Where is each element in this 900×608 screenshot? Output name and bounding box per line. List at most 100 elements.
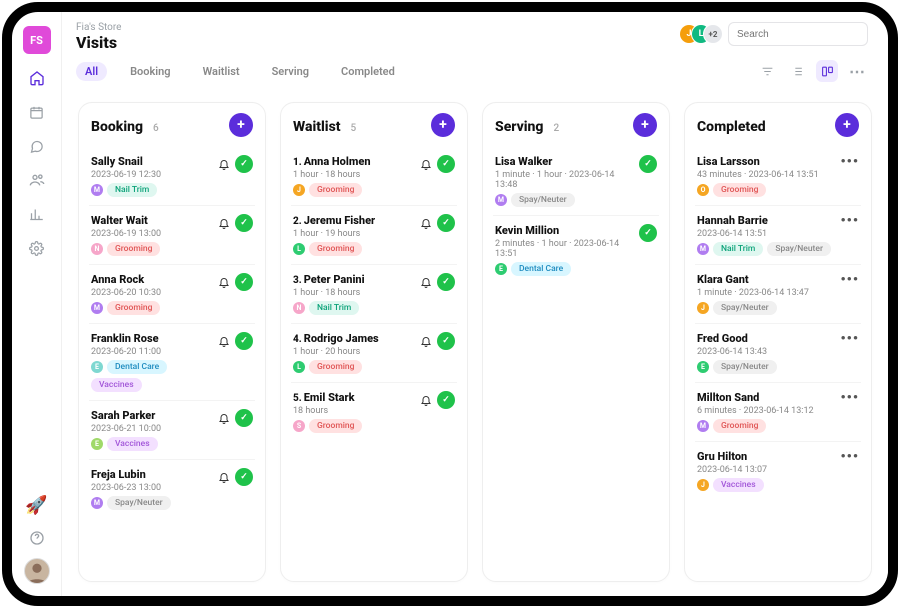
visit-card[interactable]: Lisa Larsson 43 minutes · 2023-06-14 13:… (695, 149, 861, 206)
card-name: Lisa Larsson (697, 155, 834, 168)
calendar-icon[interactable] (27, 102, 47, 122)
bell-icon[interactable] (420, 394, 432, 406)
tag-chip: Grooming (713, 419, 766, 433)
more-icon[interactable]: ⋯ (846, 60, 868, 82)
card-meta: 1 minute · 1 hour · 2023-06-14 13:48 (495, 170, 633, 190)
pet-dot: N (293, 302, 305, 314)
check-icon[interactable]: ✓ (437, 214, 455, 232)
visit-card[interactable]: Kevin Million 2 minutes · 1 hour · 2023-… (493, 218, 659, 284)
check-icon[interactable]: ✓ (639, 224, 657, 242)
card-name: 2.Jeremu Fisher (293, 214, 414, 227)
check-icon[interactable]: ✓ (437, 273, 455, 291)
visit-card[interactable]: 1.Anna Holmen 1 hour · 18 hours J Groomi… (291, 149, 457, 206)
tag-chip: Grooming (713, 183, 766, 197)
avatar-stack[interactable]: JL +2 (686, 25, 722, 43)
tab-serving[interactable]: Serving (263, 62, 318, 81)
column-title: Serving (495, 119, 543, 135)
card-more-icon[interactable]: ••• (840, 214, 859, 228)
visit-card[interactable]: 5.Emil Stark 18 hours S Grooming ✓ (291, 385, 457, 441)
card-more-icon[interactable]: ••• (840, 273, 859, 287)
chart-icon[interactable] (27, 204, 47, 224)
pet-dot: E (697, 361, 709, 373)
bell-icon[interactable] (218, 335, 230, 347)
visit-card[interactable]: Franklin Rose 2023-06-20 11:00 E Dental … (89, 326, 255, 401)
chat-icon[interactable] (27, 136, 47, 156)
visit-card[interactable]: Anna Rock 2023-06-20 10:30 M Grooming ✓ (89, 267, 255, 324)
tab-all[interactable]: All (76, 62, 107, 81)
card-meta: 1 hour · 19 hours (293, 229, 414, 239)
search-input[interactable] (728, 22, 868, 46)
pet-dot: E (91, 361, 103, 373)
card-name: Millton Sand (697, 391, 834, 404)
add-button[interactable]: + (633, 113, 657, 137)
check-icon[interactable]: ✓ (437, 391, 455, 409)
card-more-icon[interactable]: ••• (840, 450, 859, 464)
card-more-icon[interactable]: ••• (840, 332, 859, 346)
tag-chip: Nail Trim (713, 242, 763, 256)
tab-completed[interactable]: Completed (332, 62, 404, 81)
pet-dot: M (91, 497, 103, 509)
visit-card[interactable]: Walter Wait 2023-06-19 13:00 N Grooming … (89, 208, 255, 265)
tag-chip: Vaccines (91, 378, 142, 392)
tab-waitlist[interactable]: Waitlist (194, 62, 249, 81)
home-icon[interactable] (27, 68, 47, 88)
card-meta: 2023-06-14 13:43 (697, 347, 834, 357)
check-icon[interactable]: ✓ (437, 332, 455, 350)
bell-icon[interactable] (420, 217, 432, 229)
tag-chip: Dental Care (107, 360, 167, 374)
bell-icon[interactable] (218, 276, 230, 288)
add-button[interactable]: + (835, 113, 859, 137)
visit-card[interactable]: Millton Sand 6 minutes · 2023-06-14 13:1… (695, 385, 861, 442)
bell-icon[interactable] (420, 335, 432, 347)
visit-card[interactable]: 2.Jeremu Fisher 1 hour · 19 hours L Groo… (291, 208, 457, 265)
tag-chip: Grooming (309, 242, 362, 256)
card-more-icon[interactable]: ••• (840, 391, 859, 405)
bell-icon[interactable] (218, 158, 230, 170)
bell-icon[interactable] (218, 471, 230, 483)
column-count: 2 (553, 123, 559, 134)
add-button[interactable]: + (229, 113, 253, 137)
visit-card[interactable]: Gru Hilton 2023-06-14 13:07 J Vaccines •… (695, 444, 861, 500)
check-icon[interactable]: ✓ (235, 214, 253, 232)
visit-card[interactable]: Hannah Barrie 2023-06-14 13:51 M Nail Tr… (695, 208, 861, 265)
users-icon[interactable] (27, 170, 47, 190)
check-icon[interactable]: ✓ (235, 273, 253, 291)
visit-card[interactable]: Sarah Parker 2023-06-21 10:00 E Vaccines… (89, 403, 255, 460)
rocket-icon[interactable]: 🚀 (24, 492, 50, 518)
card-meta: 2023-06-14 13:51 (697, 229, 834, 239)
check-icon[interactable]: ✓ (235, 155, 253, 173)
check-icon[interactable]: ✓ (235, 332, 253, 350)
tag-chip: Grooming (107, 301, 160, 315)
help-icon[interactable] (27, 528, 47, 548)
board-view-icon[interactable] (816, 60, 838, 82)
bell-icon[interactable] (420, 158, 432, 170)
tab-booking[interactable]: Booking (121, 62, 180, 81)
add-button[interactable]: + (431, 113, 455, 137)
card-name: Sally Snail (91, 155, 212, 168)
card-meta: 6 minutes · 2023-06-14 13:12 (697, 406, 834, 416)
store-badge[interactable]: FS (23, 26, 51, 54)
visit-card[interactable]: 4.Rodrigo James 1 hour · 20 hours L Groo… (291, 326, 457, 383)
bell-icon[interactable] (218, 412, 230, 424)
filter-icon[interactable] (756, 60, 778, 82)
visit-card[interactable]: Fred Good 2023-06-14 13:43 E Spay/Neuter… (695, 326, 861, 383)
visit-card[interactable]: Freja Lubin 2023-06-23 13:00 M Spay/Neut… (89, 462, 255, 518)
check-icon[interactable]: ✓ (235, 409, 253, 427)
bell-icon[interactable] (420, 276, 432, 288)
check-icon[interactable]: ✓ (639, 155, 657, 173)
settings-icon[interactable] (27, 238, 47, 258)
tag-chip: Spay/Neuter (713, 360, 777, 374)
bell-icon[interactable] (218, 217, 230, 229)
visit-card[interactable]: Klara Gant 1 minute · 2023-06-14 13:47 J… (695, 267, 861, 324)
tag-chip: Spay/Neuter (713, 301, 777, 315)
tag-chip: Spay/Neuter (767, 242, 831, 256)
user-avatar[interactable] (24, 558, 50, 584)
check-icon[interactable]: ✓ (437, 155, 455, 173)
visit-card[interactable]: Lisa Walker 1 minute · 1 hour · 2023-06-… (493, 149, 659, 216)
check-icon[interactable]: ✓ (235, 468, 253, 486)
visit-card[interactable]: Sally Snail 2023-06-19 12:30 M Nail Trim… (89, 149, 255, 206)
visit-card[interactable]: 3.Peter Panini 1 hour · 18 hours N Nail … (291, 267, 457, 324)
list-view-icon[interactable] (786, 60, 808, 82)
column-title: Waitlist (293, 119, 341, 135)
card-more-icon[interactable]: ••• (840, 155, 859, 169)
